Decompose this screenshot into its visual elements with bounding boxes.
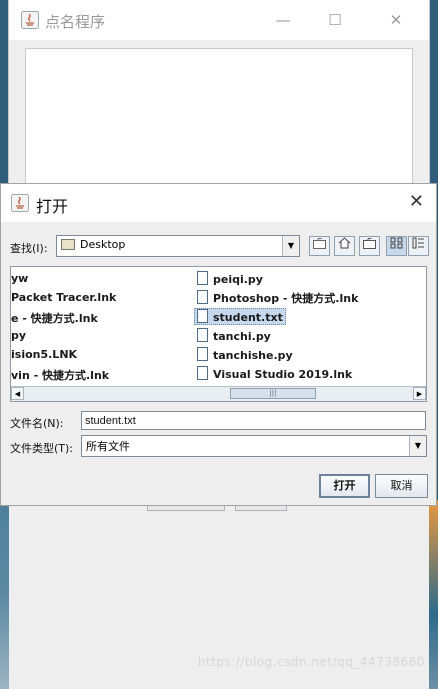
file-item[interactable]: tanchi.py — [197, 328, 271, 343]
scroll-thumb[interactable]: ||| — [230, 388, 316, 399]
up-folder-button[interactable] — [309, 236, 330, 256]
scroll-right-button[interactable]: ▶ — [413, 387, 426, 400]
filename-input[interactable] — [81, 411, 426, 430]
file-item[interactable]: yw — [11, 272, 28, 285]
background-titlebar: 点名程序 — ☐ ✕ — [9, 0, 429, 40]
watermark: https://blog.csdn.net/qq_44738660 — [197, 655, 425, 669]
up-folder-icon — [313, 238, 326, 249]
file-icon — [197, 366, 208, 380]
filename-label: 文件名(N): — [10, 417, 64, 430]
dialog-close-button[interactable]: ✕ — [409, 191, 424, 212]
file-item[interactable]: e - 快捷方式.lnk — [11, 310, 98, 326]
file-item-selected[interactable]: student.txt — [194, 308, 286, 325]
home-button[interactable] — [334, 236, 355, 256]
home-icon — [338, 237, 351, 249]
chevron-down-icon[interactable]: ▼ — [409, 436, 426, 456]
filetype-value: 所有文件 — [86, 440, 130, 453]
new-folder-icon — [363, 238, 376, 249]
file-list[interactable]: yw Packet Tracer.lnk e - 快捷方式.lnk py isi… — [10, 266, 427, 402]
java-icon — [21, 11, 39, 29]
file-icon — [197, 347, 208, 361]
list-view-icon — [390, 237, 403, 249]
file-item[interactable]: ision5.LNK — [11, 348, 77, 361]
details-view-button[interactable] — [408, 236, 429, 256]
look-in-value: Desktop — [61, 238, 125, 251]
maximize-button[interactable]: ☐ — [321, 8, 349, 32]
file-item[interactable]: Packet Tracer.lnk — [11, 291, 116, 304]
chevron-down-icon[interactable]: ▼ — [282, 236, 299, 256]
list-view-button[interactable] — [386, 236, 407, 256]
open-dialog: 打开 ✕ 查找(I): Desktop ▼ yw Packet Tracer.l… — [0, 183, 437, 506]
background-window-title: 点名程序 — [45, 13, 106, 31]
file-item[interactable]: Photoshop - 快捷方式.lnk — [197, 290, 358, 306]
open-button[interactable]: 打开 — [319, 474, 370, 498]
details-view-icon — [412, 237, 424, 249]
file-item[interactable]: vin - 快捷方式.lnk — [11, 367, 109, 383]
filetype-combo[interactable]: 所有文件 ▼ — [81, 435, 427, 457]
scroll-left-button[interactable]: ◀ — [11, 387, 24, 400]
dialog-titlebar: 打开 ✕ — [1, 184, 436, 222]
desktop-background-left — [0, 500, 9, 689]
cancel-button[interactable]: 取消 — [375, 474, 428, 498]
file-icon — [197, 328, 208, 342]
minimize-button[interactable]: — — [269, 8, 297, 32]
look-in-combo[interactable]: Desktop ▼ — [56, 235, 300, 257]
file-item[interactable]: py — [11, 329, 26, 342]
look-in-label: 查找(I): — [10, 242, 48, 255]
close-button[interactable]: ✕ — [382, 8, 410, 32]
file-item[interactable]: tanchishe.py — [197, 347, 293, 362]
folder-icon — [61, 239, 75, 250]
file-icon — [197, 290, 208, 304]
file-icon — [197, 271, 208, 285]
java-icon — [11, 194, 29, 212]
file-item[interactable]: peiqi.py — [197, 271, 263, 286]
desktop-background-right — [429, 500, 438, 689]
text-area[interactable] — [25, 48, 413, 198]
horizontal-scrollbar[interactable]: ◀ ||| ▶ — [11, 386, 426, 401]
file-item[interactable]: Visual Studio 2019.lnk — [197, 366, 352, 381]
dialog-title: 打开 — [36, 197, 69, 216]
file-icon — [197, 309, 208, 323]
new-folder-button[interactable] — [359, 236, 380, 256]
filetype-label: 文件类型(T): — [10, 442, 74, 455]
